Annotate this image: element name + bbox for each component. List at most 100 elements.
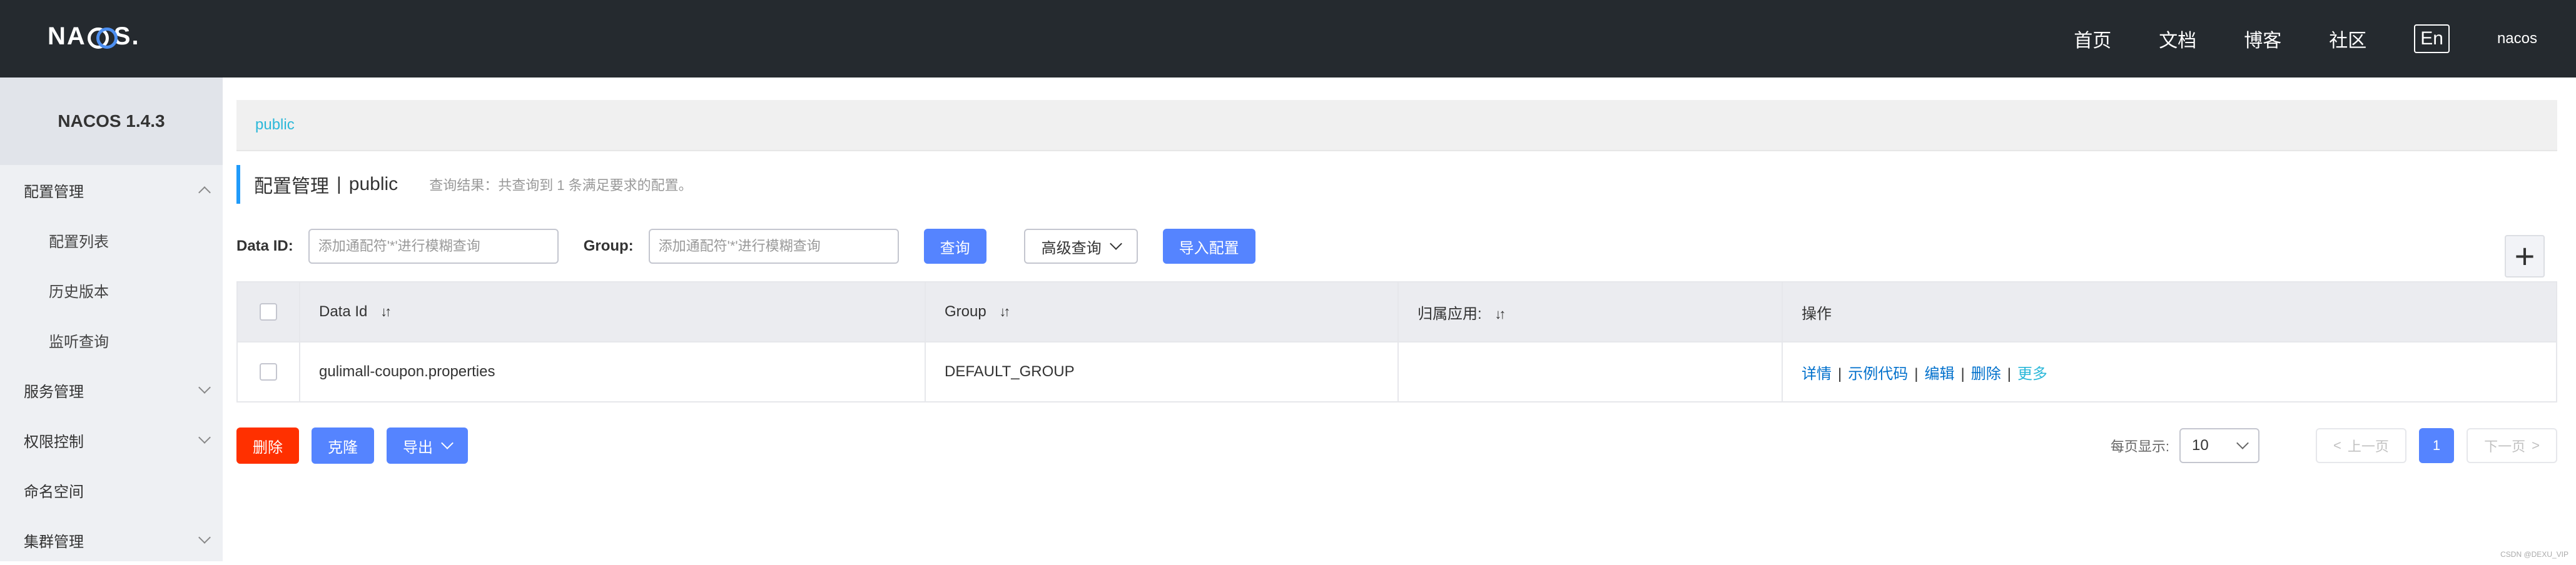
- column-header-label: Group: [945, 303, 986, 320]
- language-toggle-button[interactable]: En: [2414, 24, 2450, 53]
- sidebar-item-label: 配置管理: [24, 179, 84, 201]
- page-size-label: 每页显示:: [2111, 436, 2169, 456]
- page-button-current[interactable]: 1: [2419, 428, 2454, 463]
- export-button[interactable]: 导出: [387, 428, 468, 464]
- sidebar-item-cluster-management[interactable]: 集群管理: [0, 515, 223, 565]
- sidebar-item-service-management[interactable]: 服务管理: [0, 365, 223, 415]
- batch-delete-button[interactable]: 删除: [236, 428, 299, 464]
- logo-text-start: NA: [48, 22, 86, 51]
- top-nav: 首页 文档 博客 社区 En nacos: [2074, 0, 2576, 78]
- sidebar-item-config-management[interactable]: 配置管理: [0, 165, 223, 215]
- sidebar-item-namespace[interactable]: 命名空间: [0, 465, 223, 515]
- page-title-namespace: public: [349, 174, 398, 195]
- next-page-label: 下一页: [2484, 436, 2525, 456]
- export-label: 导出: [403, 435, 433, 457]
- edit-link[interactable]: 编辑: [1924, 366, 1954, 382]
- advanced-query-button[interactable]: 高级查询: [1024, 229, 1138, 264]
- sidebar-item-label: 命名空间: [24, 479, 84, 501]
- add-config-button[interactable]: +: [2505, 235, 2545, 278]
- namespace-bar: public: [236, 100, 2557, 151]
- sidebar-item-label: 监听查询: [49, 329, 109, 351]
- sidebar-item-config-list[interactable]: 配置列表: [0, 215, 223, 265]
- sidebar: NACOS 1.4.3 配置管理 配置列表 历史版本 监听查询 服务管理 权限控…: [0, 78, 223, 561]
- chevron-down-icon: [198, 381, 211, 394]
- logo-dot: .: [131, 22, 139, 51]
- row-checkbox[interactable]: [260, 363, 277, 381]
- batch-delete-label: 删除: [253, 435, 283, 457]
- user-menu[interactable]: nacos: [2497, 30, 2537, 48]
- page-size-value: 10: [2192, 437, 2209, 454]
- page-title: 配置管理: [254, 171, 329, 198]
- prev-page-label: 上一页: [2348, 436, 2389, 456]
- detail-link[interactable]: 详情: [1802, 366, 1832, 382]
- import-config-button[interactable]: 导入配置: [1163, 229, 1255, 264]
- group-input[interactable]: [649, 229, 899, 264]
- select-all-cell: [237, 282, 300, 342]
- next-page-button[interactable]: 下一页 >: [2467, 428, 2557, 463]
- sidebar-item-listener-query[interactable]: 监听查询: [0, 315, 223, 365]
- data-id-input[interactable]: [308, 229, 559, 264]
- search-form: Data ID: Group: 查询 高级查询 导入配置: [236, 228, 1255, 265]
- sample-code-link[interactable]: 示例代码: [1848, 366, 1908, 382]
- action-separator: |: [2007, 366, 2011, 382]
- nav-home-link[interactable]: 首页: [2074, 25, 2111, 52]
- top-navbar: NA S . 首页 文档 博客 社区 En nacos: [0, 0, 2576, 78]
- chevron-down-icon: [1110, 238, 1122, 250]
- namespace-link-public[interactable]: public: [255, 116, 295, 134]
- query-button[interactable]: 查询: [924, 229, 986, 264]
- chevron-down-icon: [441, 437, 454, 449]
- app-cell: [1398, 342, 1782, 402]
- query-result-text: 查询结果：共查询到 1 条满足要求的配置。: [429, 174, 692, 194]
- row-select-cell: [237, 342, 300, 402]
- chevron-left-icon: <: [2333, 438, 2341, 454]
- sidebar-item-access-control[interactable]: 权限控制: [0, 415, 223, 465]
- column-header-actions: 操作: [1782, 282, 2557, 342]
- title-separator: |: [337, 174, 342, 195]
- group-label: Group:: [584, 238, 634, 255]
- config-table: Data Id ↓↑ Group ↓↑ 归属应用: ↓↑ 操作: [236, 281, 2557, 402]
- clone-button[interactable]: 克隆: [312, 428, 374, 464]
- column-header-app[interactable]: 归属应用: ↓↑: [1398, 282, 1782, 342]
- nacos-logo[interactable]: NA S .: [48, 22, 140, 50]
- sidebar-version-title: NACOS 1.4.3: [0, 78, 223, 165]
- sidebar-item-label: 配置列表: [49, 229, 109, 251]
- main-content: public 配置管理 | public 查询结果：共查询到 1 条满足要求的配…: [236, 78, 2557, 561]
- action-separator: |: [1838, 366, 1842, 382]
- delete-link[interactable]: 删除: [1971, 366, 2001, 382]
- chevron-down-icon: [198, 431, 211, 444]
- actions-cell: 详情 | 示例代码 | 编辑 | 删除 | 更多: [1782, 342, 2557, 402]
- import-config-label: 导入配置: [1179, 236, 1239, 258]
- sort-icon[interactable]: ↓↑: [999, 304, 1008, 320]
- logo-rings-icon: [88, 27, 113, 46]
- page-size-select[interactable]: 10: [2179, 428, 2259, 463]
- sort-icon[interactable]: ↓↑: [380, 304, 389, 320]
- select-all-checkbox[interactable]: [260, 303, 277, 321]
- sidebar-item-label: 服务管理: [24, 379, 84, 401]
- sidebar-item-label: 集群管理: [24, 529, 84, 551]
- column-header-label: 操作: [1802, 306, 1832, 322]
- column-header-label: 归属应用:: [1417, 306, 1482, 322]
- table-row: gulimall-coupon.properties DEFAULT_GROUP…: [237, 342, 2557, 402]
- sort-icon[interactable]: ↓↑: [1494, 306, 1503, 322]
- action-separator: |: [1914, 366, 1918, 382]
- table-header-row: Data Id ↓↑ Group ↓↑ 归属应用: ↓↑ 操作: [237, 282, 2557, 342]
- prev-page-button[interactable]: < 上一页: [2316, 428, 2406, 463]
- column-header-data-id[interactable]: Data Id ↓↑: [300, 282, 925, 342]
- nav-docs-link[interactable]: 文档: [2159, 25, 2196, 52]
- column-header-label: Data Id: [319, 303, 367, 320]
- nav-community-link[interactable]: 社区: [2329, 25, 2366, 52]
- group-cell: DEFAULT_GROUP: [925, 342, 1398, 402]
- chevron-down-icon: [198, 531, 211, 544]
- action-separator: |: [1960, 366, 1964, 382]
- chevron-down-icon: [2236, 437, 2249, 449]
- nav-blog-link[interactable]: 博客: [2244, 25, 2281, 52]
- chevron-right-icon: >: [2532, 438, 2540, 454]
- pagination: 每页显示: 10 < 上一页 1 下一页 >: [2111, 428, 2557, 464]
- plus-icon: +: [2515, 239, 2535, 274]
- data-id-label: Data ID:: [236, 238, 293, 255]
- chevron-up-icon: [198, 186, 211, 199]
- sidebar-item-history[interactable]: 历史版本: [0, 265, 223, 315]
- column-header-group[interactable]: Group ↓↑: [925, 282, 1398, 342]
- sidebar-item-label: 历史版本: [49, 279, 109, 301]
- more-link[interactable]: 更多: [2017, 366, 2047, 382]
